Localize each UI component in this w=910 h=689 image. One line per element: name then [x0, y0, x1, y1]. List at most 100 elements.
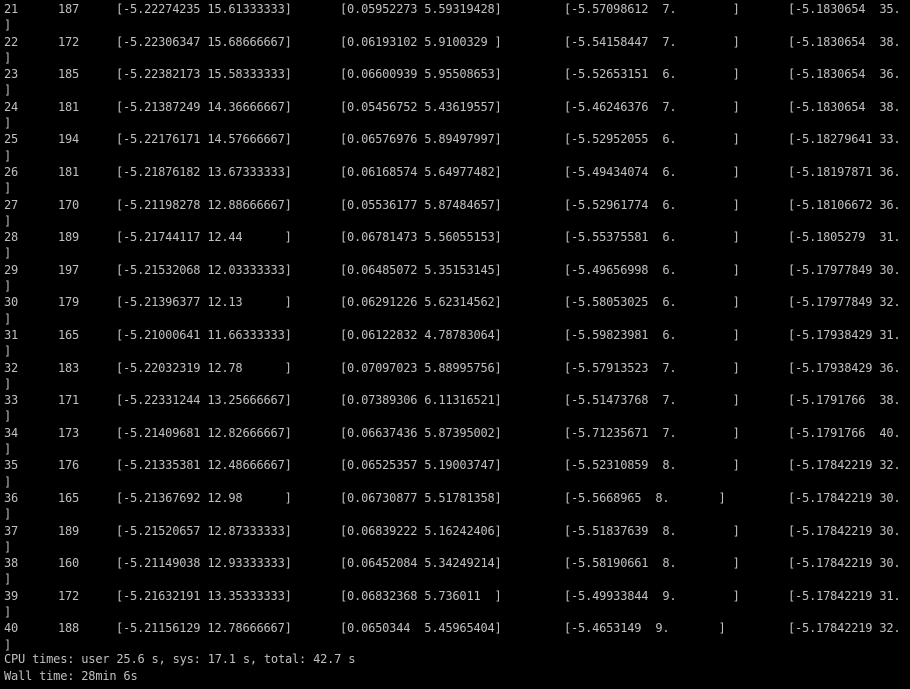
- row-index: 24: [4, 99, 19, 114]
- row-count: 197: [58, 262, 80, 277]
- array-col-3: [-5.52653151 6. ]: [564, 67, 740, 82]
- array-col-3: [-5.57098612 7. ]: [564, 2, 740, 16]
- row-index: 30: [4, 295, 19, 310]
- output-row-line: 28 189 [-5.21744117 12.44 ] [0.06781473 5.5…: [0, 229, 910, 245]
- array-col-3: [-5.49933844 9. ]: [564, 588, 740, 603]
- array-col-3: [-5.54158447 7. ]: [564, 34, 740, 49]
- row-count: 189: [58, 230, 80, 245]
- array-col-1: [-5.22032319 12.78 ]: [116, 360, 292, 375]
- array-col-3: [-5.55375581 6. ]: [564, 230, 740, 245]
- row-index: 23: [4, 67, 19, 82]
- output-row: 38 160 [-5.21149038 12.93333333] [0.0645208…: [0, 555, 910, 588]
- row-index: 25: [4, 132, 19, 147]
- array-col-4: [-5.17842219 30.: [788, 491, 901, 505]
- row-index: 38: [4, 556, 19, 571]
- array-col-4: [-5.1805279 31.: [788, 230, 901, 245]
- array-col-3: [-5.46246376 7. ]: [564, 99, 740, 114]
- array-col-4: [-5.17938429 36.: [788, 360, 901, 375]
- row-index: 34: [4, 425, 19, 440]
- output-row: 33 171 [-5.22331244 13.25666667] [0.0738930…: [0, 392, 910, 425]
- row-index: 32: [4, 360, 19, 375]
- row-count: 185: [58, 67, 80, 82]
- row-close-bracket: ]: [4, 409, 12, 424]
- output-row-line: 26 181 [-5.21876182 13.67333333] [0.0616857…: [0, 164, 910, 180]
- row-count: 165: [58, 328, 80, 342]
- output-row: 27 170 [-5.21198278 12.88666667] [0.0553617…: [0, 197, 910, 230]
- row-index: 40: [4, 621, 19, 636]
- output-row: 30 179 [-5.21396377 12.13 ] [0.06291226 5.6…: [0, 294, 910, 327]
- output-row-line: 36 165 [-5.21367692 12.98 ] [0.06730877 5.5…: [0, 490, 910, 506]
- row-count: 172: [58, 34, 80, 49]
- row-index: 28: [4, 230, 19, 245]
- output-row: 40 188 [-5.21156129 12.78666667] [0.0650344…: [0, 620, 910, 653]
- output-row-line: 33 171 [-5.22331244 13.25666667] [0.0738930…: [0, 392, 910, 408]
- row-close-bracket: ]: [4, 442, 12, 457]
- row-index: 26: [4, 165, 19, 179]
- array-col-1: [-5.21149038 12.93333333]: [116, 556, 292, 571]
- array-col-1: [-5.21396377 12.13 ]: [116, 295, 292, 310]
- array-col-1: [-5.21156129 12.78666667]: [116, 621, 292, 636]
- row-index: 21: [4, 2, 19, 16]
- output-row-line: 25 194 [-5.22176171 14.57666667] [0.0657697…: [0, 131, 910, 147]
- row-close-bracket: ]: [4, 148, 12, 163]
- array-col-2: [0.05456752 5.43619557]: [340, 99, 502, 114]
- row-count: 160: [58, 556, 80, 571]
- output-row-line: 37 189 [-5.21520657 12.87333333] [0.0683922…: [0, 523, 910, 539]
- array-col-4: [-5.17977849 30.: [788, 262, 901, 277]
- array-col-2: [0.06122832 4.78783064]: [340, 328, 502, 342]
- row-close-bracket: ]: [4, 246, 12, 261]
- row-index: 37: [4, 523, 19, 538]
- array-col-3: [-5.51837639 8. ]: [564, 523, 740, 538]
- array-col-1: [-5.21632191 13.35333333]: [116, 588, 292, 603]
- array-col-2: [0.06525357 5.19003747]: [340, 458, 502, 473]
- array-col-2: [0.0650344 5.45965404]: [340, 621, 502, 636]
- array-col-2: [0.06576976 5.89497997]: [340, 132, 502, 147]
- output-row: 24 181 [-5.21387249 14.36666667] [0.0545675…: [0, 99, 910, 132]
- output-row-line: 29 197 [-5.21532068 12.03333333] [0.0648507…: [0, 262, 910, 278]
- output-row: 34 173 [-5.21409681 12.82666667] [0.0663743…: [0, 425, 910, 458]
- array-col-4: [-5.1830654 38.: [788, 34, 901, 49]
- output-row: 29 197 [-5.21532068 12.03333333] [0.0648507…: [0, 262, 910, 295]
- output-row-line: 35 176 [-5.21335381 12.48666667] [0.0652535…: [0, 457, 910, 473]
- console-output: 21 187 [-5.22274235 15.61333333] [0.0595227…: [0, 0, 910, 689]
- cpu-times-line: CPU times: user 25.6 s, sys: 17.1 s, tot…: [4, 652, 356, 666]
- row-close-bracket: ]: [4, 474, 12, 489]
- array-col-2: [0.06730877 5.51781358]: [340, 491, 502, 505]
- array-col-1: [-5.22382173 15.58333333]: [116, 67, 292, 82]
- row-close-bracket: ]: [4, 605, 12, 620]
- array-col-3: [-5.4653149 9. ]: [564, 621, 726, 636]
- array-col-2: [0.05536177 5.87484657]: [340, 197, 502, 212]
- row-count: 179: [58, 295, 80, 310]
- wall-time-line: Wall time: 28min 6s: [4, 669, 138, 683]
- output-row-line: 30 179 [-5.21396377 12.13 ] [0.06291226 5.6…: [0, 294, 910, 310]
- array-col-1: [-5.21367692 12.98 ]: [116, 491, 292, 505]
- row-index: 29: [4, 262, 19, 277]
- row-count: 173: [58, 425, 80, 440]
- array-col-1: [-5.21532068 12.03333333]: [116, 262, 292, 277]
- array-col-2: [0.06291226 5.62314562]: [340, 295, 502, 310]
- output-row: 28 189 [-5.21744117 12.44 ] [0.06781473 5.5…: [0, 229, 910, 262]
- row-count: 181: [58, 165, 80, 179]
- output-row: 39 172 [-5.21632191 13.35333333] [0.0683236…: [0, 588, 910, 621]
- output-row: 22 172 [-5.22306347 15.68666667] [0.0619310…: [0, 34, 910, 67]
- array-col-4: [-5.17938429 31.: [788, 328, 901, 342]
- array-col-3: [-5.49434074 6. ]: [564, 165, 740, 179]
- row-close-bracket: ]: [4, 213, 12, 228]
- row-close-bracket: ]: [4, 18, 12, 33]
- array-col-3: [-5.51473768 7. ]: [564, 393, 740, 408]
- output-row-line: 24 181 [-5.21387249 14.36666667] [0.0545675…: [0, 99, 910, 115]
- array-col-1: [-5.21520657 12.87333333]: [116, 523, 292, 538]
- row-count: 188: [58, 621, 80, 636]
- array-col-1: [-5.21000641 11.66333333]: [116, 328, 292, 342]
- array-col-4: [-5.18106672 36.: [788, 197, 901, 212]
- output-row-line: 39 172 [-5.21632191 13.35333333] [0.0683236…: [0, 588, 910, 604]
- array-col-1: [-5.22306347 15.68666667]: [116, 34, 292, 49]
- array-col-2: [0.06452084 5.34249214]: [340, 556, 502, 571]
- output-row: 35 176 [-5.21335381 12.48666667] [0.0652535…: [0, 457, 910, 490]
- array-col-2: [0.05952273 5.59319428]: [340, 2, 502, 16]
- row-close-bracket: ]: [4, 311, 12, 326]
- row-count: 181: [58, 99, 80, 114]
- row-close-bracket: ]: [4, 83, 12, 98]
- row-index: 36: [4, 491, 19, 505]
- array-col-3: [-5.49656998 6. ]: [564, 262, 740, 277]
